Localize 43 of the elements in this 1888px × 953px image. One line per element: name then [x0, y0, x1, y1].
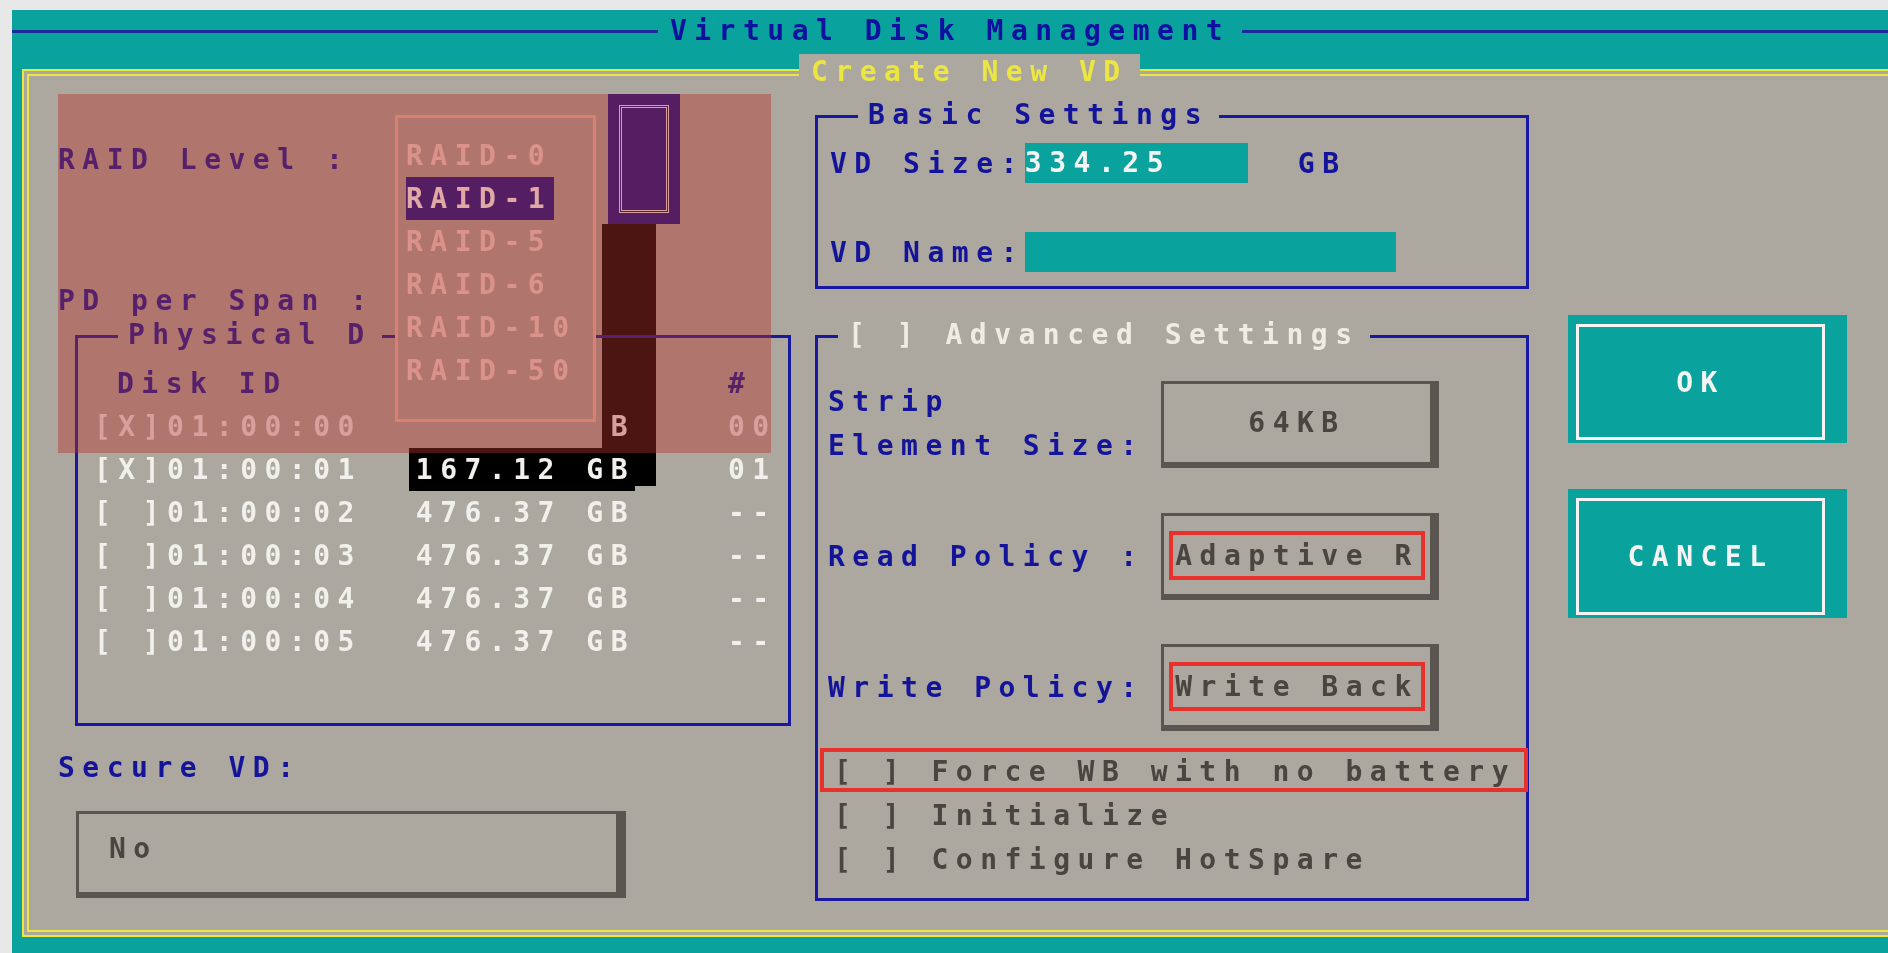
setting-value: Write Back — [1169, 661, 1425, 711]
disk-id-cell[interactable]: [ ]01:00:05 — [94, 620, 409, 663]
checkbox-option[interactable]: [ ] Force WB with no battery — [820, 748, 1528, 792]
setting-value: Adaptive R — [1169, 530, 1425, 580]
disk-id-cell[interactable]: [X]01:00:01 — [94, 448, 409, 491]
unit-label: GB — [1297, 146, 1347, 180]
disk-size-cell-text: 476.37 GB — [414, 581, 635, 617]
setting-value-button[interactable]: Adaptive R — [1161, 513, 1439, 600]
column-header: Disk ID — [117, 366, 289, 402]
disk-size-cell-text: B — [609, 409, 635, 445]
disk-size-cell-text: 476.37 GB — [414, 495, 635, 531]
dialog-button[interactable]: CANCEL — [1568, 489, 1847, 618]
disk-id-cell[interactable]: [ ]01:00:02 — [94, 491, 409, 534]
pd-per-span-label: PD per Span : — [58, 284, 375, 317]
setting-label: Strip Element Size: — [828, 384, 1146, 464]
disk-number-cell-text: 01 — [728, 452, 777, 488]
raid-level-combobox[interactable] — [608, 94, 680, 224]
disk-number-cell-text: -- — [728, 538, 777, 574]
vd-size-field[interactable]: 334.25 — [1024, 143, 1248, 183]
vd-size-label: VD Size: — [830, 146, 1025, 180]
secure-vd-field[interactable]: No — [76, 811, 626, 898]
dialog-button[interactable]: OK — [1568, 315, 1847, 443]
disk-size-cell-text: 476.37 GB — [414, 624, 635, 660]
secure-vd-label: Secure VD: — [58, 750, 303, 786]
setting-label: Write Policy: — [828, 669, 1146, 706]
column-header: # — [728, 366, 753, 402]
disk-size-cell-text: 476.37 GB — [414, 538, 635, 574]
checkbox-option[interactable]: [ ] Configure HotSpare — [820, 836, 1382, 880]
setting-label: Read Policy : — [828, 538, 1146, 575]
vd-name-field[interactable] — [1024, 232, 1396, 272]
setting-value: 64KB — [1247, 405, 1347, 441]
setting-value-button[interactable]: 64KB — [1161, 380, 1439, 468]
raid-option[interactable]: RAID-1 — [406, 177, 555, 220]
checkbox-option[interactable]: [ ] Initialize — [820, 792, 1187, 836]
disk-number-cell-text: -- — [728, 624, 777, 660]
setting-value-button[interactable]: Write Back — [1161, 644, 1439, 731]
raid-level-label: RAID Level : — [58, 142, 351, 176]
disk-id-cell[interactable]: [ ]01:00:03 — [94, 534, 409, 577]
disk-number-cell-text: -- — [728, 495, 777, 531]
disk-id-cell[interactable]: [ ]01:00:04 — [94, 577, 409, 620]
disk-number-cell-text: -- — [728, 581, 777, 617]
window-title: Virtual Disk Management — [669, 13, 1231, 49]
vd-name-label: VD Name: — [830, 235, 1025, 269]
